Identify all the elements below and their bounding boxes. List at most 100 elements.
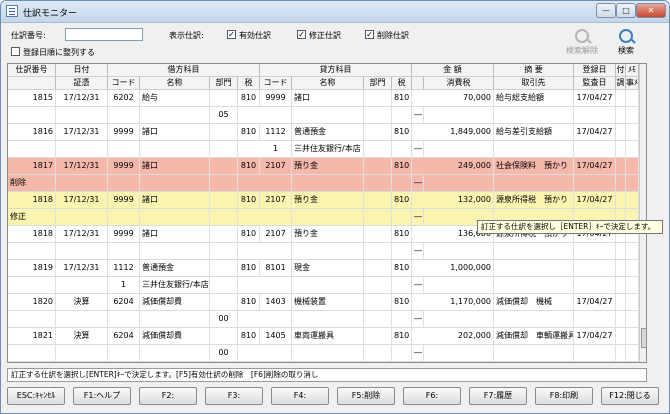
fkey-button-0[interactable]: ESC:ｷｬﾝｾﾙ <box>7 387 65 405</box>
cell-l2_ccode <box>260 277 292 294</box>
header-credit: 貸方科目 <box>260 64 412 77</box>
cell-dcode: 6204 <box>108 362 140 363</box>
cell-blank <box>616 243 626 260</box>
table-row[interactable]: 1820 決算 6204 減価償却費 810 1403 機械装置 810 1,170,000 減価… <box>8 294 639 328</box>
table-row[interactable]: 1817 17/12/31 9999 諸口 810 2107 預り金 810 249,000 社会… <box>8 158 639 192</box>
header-summary: 摘 要 <box>494 64 574 77</box>
sort-label: 登録日順に整列する <box>23 48 95 57</box>
cell-blank <box>494 311 574 328</box>
cell-dtax: 810 <box>238 158 260 175</box>
cell-l2_ctax <box>392 141 412 158</box>
valid-checkbox[interactable]: ✓ <box>227 30 236 39</box>
cell-l2_dname <box>140 311 210 328</box>
cell-reg: 17/04/27 <box>574 362 616 363</box>
cell-reg: 17/04/27 <box>574 294 616 311</box>
fix-label: 修正仕訳 <box>309 31 341 40</box>
fkey-button-4[interactable]: F4: <box>271 387 329 405</box>
cell-ccode: 1406 <box>260 362 292 363</box>
header-sub-dept2: 部門 <box>364 77 392 90</box>
cell-amount: 81,200 <box>412 362 494 363</box>
cell-dname: 普通預金 <box>140 260 210 277</box>
cell-blank <box>364 107 392 124</box>
cell-blank <box>364 175 392 192</box>
cell-l2_marker: ― <box>412 311 424 328</box>
cell-blank <box>626 107 639 124</box>
row-main-line: 1821 決算 6204 減価償却費 810 1405 車両運搬具 810 202,000 減価償… <box>8 328 639 345</box>
row-main-line: 1816 17/12/31 9999 諸口 810 1112 普通預金 810 1,849,00… <box>8 124 639 141</box>
fkey-button-5[interactable]: F5:削除 <box>337 387 395 405</box>
fkey-button-2[interactable]: F2: <box>139 387 197 405</box>
fkey-button-3[interactable]: F3: <box>205 387 263 405</box>
cell-ctax: 810 <box>392 294 412 311</box>
cell-ccode: 2107 <box>260 192 292 209</box>
cell-num: 1815 <box>8 90 56 107</box>
cell-l2_dtax <box>210 141 238 158</box>
table-row[interactable]: 1819 17/12/31 1112 普通預金 810 8101 現金 810 1,000,00… <box>8 260 639 294</box>
fix-checkbox[interactable]: ✓ <box>297 30 306 39</box>
maximize-button[interactable]: □ <box>616 3 636 18</box>
cell-blank <box>494 175 574 192</box>
cell-blank <box>626 141 639 158</box>
cell-l2_dname <box>140 209 210 226</box>
cell-blank <box>626 90 639 107</box>
cell-dtax: 810 <box>238 294 260 311</box>
fkey-button-6[interactable]: F6: <box>403 387 461 405</box>
header-sub-name: 名称 <box>140 77 210 90</box>
cell-ccode: 8101 <box>260 260 292 277</box>
cell-dcode: 9999 <box>108 158 140 175</box>
valid-label: 有効仕訳 <box>239 31 271 40</box>
fkey-button-8[interactable]: F8:印刷 <box>535 387 593 405</box>
journal-number-input[interactable] <box>65 28 143 41</box>
header-sub-code2: コード <box>260 77 292 90</box>
close-button[interactable]: ✕ <box>636 3 666 18</box>
scrollbar-thumb[interactable] <box>641 328 646 348</box>
table-row[interactable]: 1815 17/12/31 6202 給与 810 9999 諸口 810 70,000 給与総支… <box>8 90 639 124</box>
sort-checkbox[interactable] <box>11 47 20 56</box>
cell-l2_dtax <box>210 209 238 226</box>
delete-checkbox[interactable]: ✓ <box>365 30 374 39</box>
cell-blank <box>616 107 626 124</box>
cell-num: 1818 <box>8 226 56 243</box>
table-row[interactable]: 1822決算6204減価償却費8101406工具器具備品81081,200減価償… <box>8 362 639 363</box>
table-row[interactable]: 1816 17/12/31 9999 諸口 810 1112 普通預金 810 1,849,00… <box>8 124 639 158</box>
cell-ctax: 810 <box>392 192 412 209</box>
cell-l2_amount <box>424 141 494 158</box>
cell-l2_dcode: 1 <box>108 277 140 294</box>
header-date: 日付 <box>56 64 108 77</box>
cell-blank <box>210 192 238 209</box>
cell-l2_ccode <box>260 243 292 260</box>
status-bar: 訂正する仕訳を選択し[ENTER]ｷｰで決定します。[F5]有効仕訳の削除 [F… <box>7 368 647 382</box>
header-sub-partner: 取引先 <box>494 77 574 90</box>
cell-blank <box>616 311 626 328</box>
header-sub-tax2: 税 <box>392 77 412 90</box>
cell-l2_ccode <box>260 175 292 192</box>
fkey-button-7[interactable]: F7:履歴 <box>469 387 527 405</box>
minimize-button[interactable]: — <box>596 3 616 18</box>
cell-summary: 減価償却 車輌運搬具 <box>494 328 574 345</box>
cell-ccode: 1112 <box>260 124 292 141</box>
cell-blank <box>494 107 574 124</box>
row-main-line: 1818 17/12/31 9999 諸口 810 2107 預り金 810 132,000 源泉… <box>8 192 639 209</box>
fkey-button-1[interactable]: F1:ヘルプ <box>73 387 131 405</box>
search-button[interactable]: 検索 <box>607 29 645 59</box>
vertical-scrollbar[interactable] <box>639 64 646 362</box>
cell-num: 1821 <box>8 328 56 345</box>
cell-blank <box>56 107 108 124</box>
cell-blank <box>364 192 392 209</box>
cell-l2_mark <box>8 311 56 328</box>
fkey-button-9[interactable]: F12:閉じる <box>601 387 659 405</box>
cell-l2_amount <box>424 277 494 294</box>
table-row[interactable]: 1821 決算 6204 減価償却費 810 1405 車両運搬具 810 202,000 減価償… <box>8 328 639 362</box>
cell-l2_ccode <box>260 311 292 328</box>
cell-cname: 預り金 <box>292 158 364 175</box>
cell-blank <box>616 277 626 294</box>
cell-l2_marker: ― <box>412 209 424 226</box>
clear-search-button[interactable]: 検索解除 <box>563 29 601 59</box>
cell-l2_mark <box>8 243 56 260</box>
cell-l2_cname <box>292 175 364 192</box>
row-main-line: 1820 決算 6204 減価償却費 810 1403 機械装置 810 1,170,000 減価… <box>8 294 639 311</box>
row-main-line: 1817 17/12/31 9999 諸口 810 2107 預り金 810 249,000 社会… <box>8 158 639 175</box>
cell-date: 決算 <box>56 362 108 363</box>
cell-l2_ctax <box>392 209 412 226</box>
header-sub-code: コード <box>108 77 140 90</box>
